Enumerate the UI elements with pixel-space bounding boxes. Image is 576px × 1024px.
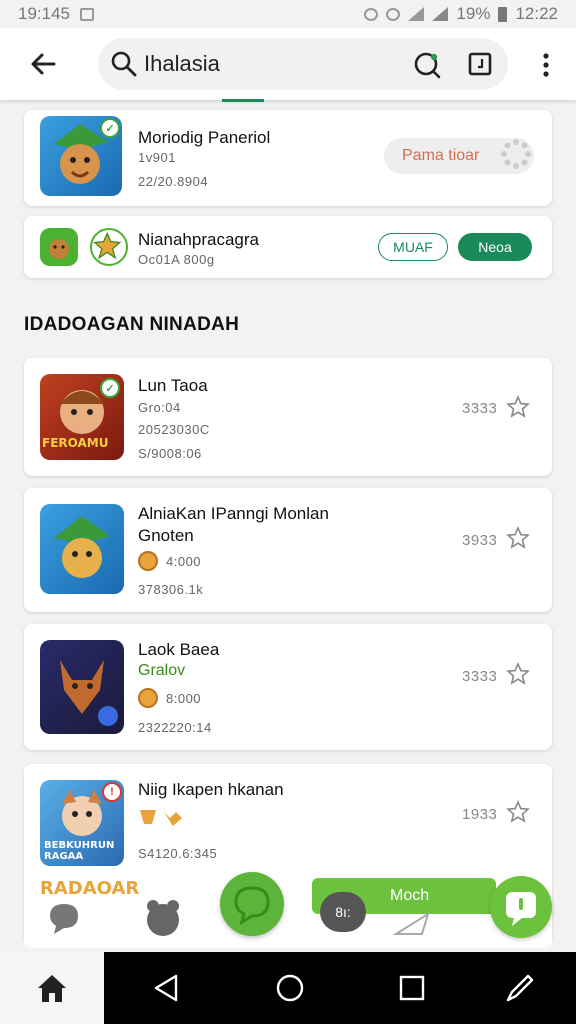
app-title: Nianahpracagra — [138, 230, 259, 249]
wifi-icon — [408, 7, 425, 21]
home-icon — [38, 975, 66, 1002]
app-meta: 22/20.8904 — [138, 174, 209, 189]
scan-icon[interactable] — [466, 50, 494, 78]
app-score: 3333 — [462, 400, 498, 417]
mode-icon[interactable]: 8ı: — [320, 892, 366, 932]
app-title: Moriodig Paneriol — [138, 128, 271, 147]
home-tab[interactable] — [0, 952, 104, 1024]
star-icon[interactable] — [506, 662, 530, 686]
app-rating: 4:000 — [166, 554, 202, 569]
icon-caption: BEBKUHRUN RAGAA — [44, 840, 115, 862]
more-vert-icon[interactable] — [536, 50, 556, 80]
app-title: Lun Taoa — [138, 376, 208, 395]
secondary-action-button[interactable]: MUAF — [378, 233, 448, 261]
alert-badge-icon: ! — [102, 782, 122, 802]
app-meta: 2322220:14 — [138, 720, 212, 735]
app-icon — [40, 640, 124, 734]
app-meta: 378306.1k — [138, 582, 204, 597]
message-icon — [506, 892, 536, 926]
back-triangle-icon[interactable] — [148, 970, 184, 1006]
main-action-button[interactable] — [220, 872, 284, 936]
app-meta: S4120.6:345 — [138, 846, 218, 861]
app-title: Laok Baea — [138, 640, 220, 659]
game-character-icon — [60, 660, 118, 726]
chat-bubble-icon[interactable] — [44, 898, 84, 938]
app-subtitle: Gnoten — [138, 526, 194, 545]
app-icon: FEROAMU ✓ — [40, 374, 124, 460]
app-meta: S/9008:06 — [138, 446, 202, 461]
app-icon — [40, 504, 124, 594]
back-arrow-icon[interactable] — [26, 46, 62, 82]
app-meta: Gro:04 — [138, 400, 181, 415]
notification-icon — [80, 7, 94, 21]
signal-icon — [432, 7, 449, 21]
pen-icon[interactable] — [502, 970, 538, 1006]
alarm-icon — [364, 7, 379, 21]
coin-icon — [138, 551, 158, 571]
status-time-left: 19:145 — [18, 4, 70, 23]
icon-caption: FEROAMU — [42, 436, 109, 450]
app-score: 3933 — [462, 532, 498, 549]
tab-indicator — [222, 99, 264, 102]
mascot-icon[interactable] — [140, 894, 186, 940]
search-query: Ihalasia — [144, 51, 220, 76]
system-nav-bar — [0, 952, 576, 1024]
verified-badge-icon: ✓ — [100, 118, 120, 138]
circle-home-icon[interactable] — [272, 970, 308, 1006]
app-rating: 8:000 — [166, 691, 202, 706]
star-badge-icon — [93, 231, 122, 260]
result-card[interactable]: ✓ Moriodig Paneriol 1v901 22/20.8904 Pam… — [24, 110, 552, 206]
status-bar: 19:145 19% 12:22 — [0, 0, 576, 28]
app-list-item[interactable]: Laok Baea Gralov 8:000 2322220:14 3333 — [24, 624, 552, 750]
app-score: 3333 — [462, 668, 498, 685]
app-title: AlniaKan IPanngi Monlan — [138, 504, 329, 523]
verified-badge-icon: ✓ — [100, 378, 120, 398]
star-icon[interactable] — [506, 526, 530, 550]
app-list-item[interactable]: FEROAMU ✓ Lun Taoa Gro:04 20523030C S/90… — [24, 358, 552, 476]
app-meta: 1v901 — [138, 150, 176, 165]
voice-search-icon[interactable] — [412, 50, 442, 80]
loading-spinner-icon — [501, 139, 531, 169]
search-input[interactable]: Ihalasia — [98, 38, 508, 90]
star-icon[interactable] — [506, 800, 530, 824]
app-list-item[interactable]: AlniaKan IPanngi Monlan Gnoten 4:000 378… — [24, 488, 552, 612]
coin-icon — [138, 688, 158, 708]
share-arrow-icon[interactable] — [392, 908, 438, 938]
app-developer: Gralov — [138, 662, 186, 679]
section-title: IDADOAGAN NINADAH — [24, 314, 240, 335]
app-icon: BEBKUHRUN RAGAA ! — [40, 780, 124, 866]
app-icon — [40, 228, 78, 266]
dock-ghost-label: RADAOAR — [40, 878, 140, 899]
dnd-icon — [386, 7, 401, 21]
game-character-icon — [54, 516, 110, 578]
app-icon — [90, 228, 128, 266]
message-button[interactable] — [490, 876, 552, 938]
square-recents-icon[interactable] — [394, 970, 430, 1006]
install-button[interactable]: Neoa — [458, 233, 532, 261]
app-title: Niig Ikapen hkanan — [138, 780, 284, 799]
app-meta: 20523030C — [138, 422, 210, 437]
search-icon — [111, 51, 137, 77]
status-time-right: 12:22 — [515, 4, 558, 23]
star-icon[interactable] — [506, 395, 530, 419]
animal-icon — [49, 239, 69, 259]
chat-icon — [234, 886, 270, 926]
battery-icon — [498, 6, 508, 22]
reward-icons — [140, 810, 182, 826]
app-score: 1933 — [462, 806, 498, 823]
app-icon: ✓ — [40, 116, 122, 196]
result-card[interactable]: Nianahpracagra Oc01A 800g MUAF Neoa — [24, 216, 552, 278]
app-meta: Oc01A 800g — [138, 252, 215, 267]
battery-percent: 19% — [456, 4, 491, 23]
floating-dock: RADAOAR Moch 8ı: — [24, 864, 552, 948]
top-app-bar: Ihalasia — [0, 28, 576, 100]
